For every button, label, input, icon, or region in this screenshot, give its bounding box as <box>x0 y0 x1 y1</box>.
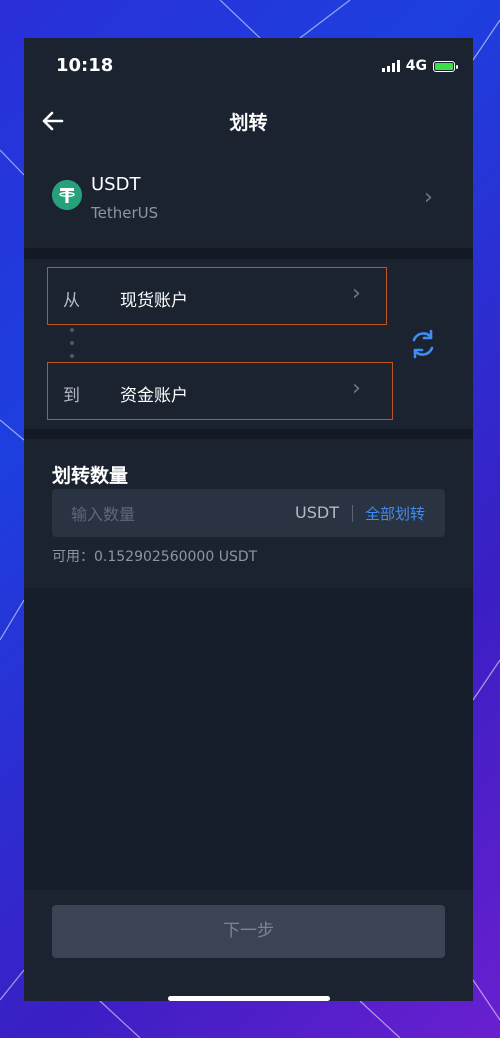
app-screen: 10:18 4G 划转 USDT TetherUS › 从 现货账户 › 到 资… <box>24 38 473 1001</box>
available-balance: 可用：0.152902560000 USDT <box>52 549 258 565</box>
section-divider <box>24 248 473 259</box>
status-time: 10:18 <box>56 55 114 76</box>
tether-icon <box>52 180 82 210</box>
from-account-selector[interactable]: 从 现货账户 › <box>47 267 387 325</box>
quantity-field: USDT 全部划转 <box>52 489 445 539</box>
chevron-right-icon: › <box>352 281 361 306</box>
connector-dots <box>70 328 74 358</box>
from-account-value: 现货账户 <box>120 291 188 311</box>
network-type: 4G <box>405 58 427 74</box>
chevron-right-icon: › <box>352 376 361 401</box>
nav-bar: 划转 <box>24 94 473 150</box>
status-bar: 10:18 4G <box>24 38 473 94</box>
to-account-selector[interactable]: 到 资金账户 › <box>47 362 393 420</box>
swap-icon[interactable] <box>408 327 438 361</box>
transfer-all-button[interactable]: 全部划转 <box>365 503 425 524</box>
signal-icon <box>381 60 400 72</box>
field-separator <box>352 505 353 522</box>
asset-full-name: TetherUS <box>91 204 159 222</box>
next-step-button[interactable]: 下一步 <box>52 905 445 958</box>
quantity-title: 划转数量 <box>52 465 129 487</box>
chevron-right-icon: › <box>424 185 433 210</box>
section-divider <box>24 429 473 439</box>
page-title: 划转 <box>229 112 268 134</box>
status-icons: 4G <box>381 58 458 74</box>
quantity-unit: USDT <box>295 503 339 522</box>
to-account-value: 资金账户 <box>120 386 188 406</box>
battery-icon <box>433 60 458 72</box>
home-indicator <box>168 996 330 1001</box>
quantity-input[interactable] <box>52 489 293 539</box>
to-label: 到 <box>63 386 80 406</box>
content-area <box>24 588 473 890</box>
from-label: 从 <box>63 291 80 311</box>
asset-selector[interactable]: USDT TetherUS › <box>24 158 473 248</box>
asset-symbol: USDT <box>91 174 141 195</box>
